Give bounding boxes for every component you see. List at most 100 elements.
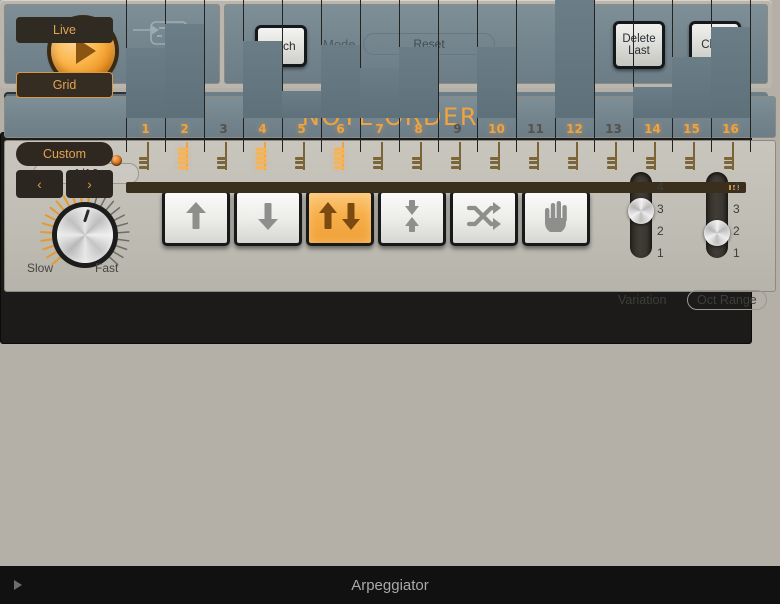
step-velocity-3[interactable]	[214, 142, 234, 172]
custom-button[interactable]: Custom	[16, 142, 113, 166]
variation-scale-4: 4	[657, 180, 664, 194]
velocity-segment	[490, 161, 500, 165]
step-number-3[interactable]: 3	[204, 122, 243, 136]
variation-scale-2: 2	[657, 224, 664, 238]
velocity-segment	[217, 156, 227, 160]
step-column-9[interactable]: 9	[438, 0, 477, 212]
step-number-6[interactable]: 6	[321, 122, 360, 136]
step-number-11[interactable]: 11	[516, 122, 555, 136]
velocity-segment	[334, 152, 344, 156]
step-number-14[interactable]: 14	[633, 122, 672, 136]
step-velocity-14[interactable]	[643, 142, 663, 172]
velocity-segment	[607, 161, 617, 165]
step-velocity-1[interactable]	[136, 142, 156, 172]
velocity-segment	[529, 161, 539, 165]
step-velocity-10[interactable]	[487, 142, 507, 172]
velocity-segment	[373, 161, 383, 165]
step-number-2[interactable]: 2	[165, 122, 204, 136]
step-velocity-5[interactable]	[292, 142, 312, 172]
step-velocity-9[interactable]	[448, 142, 468, 172]
arpeggiator-window: Latch Mode Reset Delete Last Clear NOTE …	[0, 0, 780, 604]
grid-line	[750, 0, 751, 152]
chevron-right-icon: ›	[87, 176, 92, 192]
oct-range-label[interactable]: Oct Range	[687, 290, 767, 310]
step-column-10[interactable]: 10	[477, 0, 516, 212]
velocity-segment	[178, 161, 188, 165]
velocity-segment	[139, 166, 149, 169]
velocity-segment	[139, 161, 149, 165]
oct-range-scale-2: 2	[733, 224, 740, 238]
footer-bar: Arpeggiator	[0, 566, 780, 604]
triangle-right-icon[interactable]	[14, 580, 22, 590]
step-number-8[interactable]: 8	[399, 122, 438, 136]
step-column-7[interactable]: 7	[360, 0, 399, 212]
next-pattern-button[interactable]: ›	[66, 170, 113, 198]
step-number-16[interactable]: 16	[711, 122, 750, 136]
variation-label: Variation	[618, 293, 667, 307]
step-column-11[interactable]: 11	[516, 0, 555, 212]
step-column-13[interactable]: 13	[594, 0, 633, 212]
step-velocity-16[interactable]	[721, 142, 741, 172]
step-velocity-7[interactable]	[370, 142, 390, 172]
velocity-segment	[529, 156, 539, 160]
velocity-segment	[646, 166, 656, 169]
step-number-12[interactable]: 12	[555, 122, 594, 136]
velocity-segment	[451, 161, 461, 165]
velocity-segment	[451, 166, 461, 169]
step-column-3[interactable]: 3	[204, 0, 243, 212]
rate-max-label: Fast	[95, 261, 119, 275]
velocity-segment	[178, 147, 188, 151]
velocity-segment	[685, 161, 695, 165]
step-velocity-2[interactable]	[175, 142, 195, 172]
previous-pattern-button[interactable]: ‹	[16, 170, 63, 198]
step-number-1[interactable]: 1	[126, 122, 165, 136]
step-column-4[interactable]: 4	[243, 0, 282, 212]
velocity-segment	[334, 161, 344, 165]
velocity-segment	[607, 166, 617, 169]
oct-range-scale-4: 4	[733, 180, 740, 194]
velocity-segment	[451, 156, 461, 160]
step-column-6[interactable]: 6	[321, 0, 360, 212]
velocity-segment	[412, 156, 422, 160]
velocity-segment	[646, 161, 656, 165]
velocity-segment	[217, 161, 227, 165]
velocity-segment	[256, 152, 266, 156]
step-column-15[interactable]: 15	[672, 0, 711, 212]
step-velocity-13[interactable]	[604, 142, 624, 172]
step-column-12[interactable]: 12	[555, 0, 594, 212]
step-velocity-6[interactable]	[331, 142, 351, 172]
step-column-1[interactable]: 1	[126, 0, 165, 212]
velocity-segment	[256, 156, 266, 160]
velocity-segment	[529, 166, 539, 169]
step-velocity-12[interactable]	[565, 142, 585, 172]
variation-scale-3: 3	[657, 202, 664, 216]
velocity-segment	[178, 166, 188, 169]
step-column-5[interactable]: 5	[282, 0, 321, 212]
step-velocity-8[interactable]	[409, 142, 429, 172]
velocity-segment	[685, 156, 695, 160]
step-number-5[interactable]: 5	[282, 122, 321, 136]
step-velocity-11[interactable]	[526, 142, 546, 172]
step-velocity-15[interactable]	[682, 142, 702, 172]
step-number-7[interactable]: 7	[360, 122, 399, 136]
velocity-segment	[646, 156, 656, 160]
step-number-4[interactable]: 4	[243, 122, 282, 136]
step-velocity-4[interactable]	[253, 142, 273, 172]
step-column-8[interactable]: 8	[399, 0, 438, 212]
step-number-15[interactable]: 15	[672, 122, 711, 136]
pattern-horizontal-scrollbar[interactable]	[126, 182, 746, 193]
velocity-segment	[373, 166, 383, 169]
velocity-segment	[685, 166, 695, 169]
step-number-10[interactable]: 10	[477, 122, 516, 136]
velocity-segment	[334, 166, 344, 169]
variation-thumb[interactable]	[628, 198, 654, 224]
step-column-16[interactable]: 16	[711, 0, 750, 212]
velocity-segment	[256, 147, 266, 151]
oct-range-thumb[interactable]	[704, 220, 730, 246]
velocity-segment	[568, 156, 578, 160]
step-column-2[interactable]: 2	[165, 0, 204, 212]
velocity-segment	[295, 156, 305, 160]
step-number-13[interactable]: 13	[594, 122, 633, 136]
chevron-left-icon: ‹	[37, 176, 42, 192]
step-number-9[interactable]: 9	[438, 122, 477, 136]
